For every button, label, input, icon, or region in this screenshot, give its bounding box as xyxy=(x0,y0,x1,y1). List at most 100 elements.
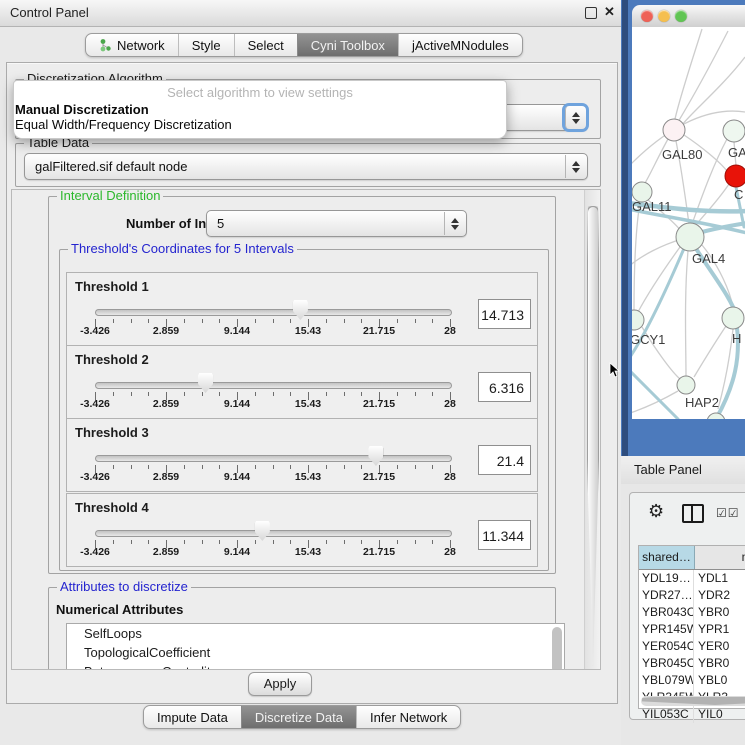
tick-mark xyxy=(131,540,132,544)
node-label-gal4: GAL4 xyxy=(692,251,725,266)
bottom-node[interactable] xyxy=(707,413,725,419)
minimize-traffic-light-icon[interactable] xyxy=(658,10,670,22)
HAP2-node[interactable] xyxy=(677,376,695,394)
H-node[interactable] xyxy=(722,307,744,329)
tab-discretize-data[interactable]: Discretize Data xyxy=(241,706,356,728)
apply-button[interactable]: Apply xyxy=(248,672,312,696)
tab-network[interactable]: Network xyxy=(86,34,178,56)
tick-label: 15.43 xyxy=(295,398,321,410)
red-node[interactable] xyxy=(725,165,745,187)
GAL80-node[interactable] xyxy=(663,119,685,141)
tick-mark xyxy=(273,319,274,323)
threshold-value-field[interactable]: 14.713 xyxy=(478,299,531,329)
tick-label: 28 xyxy=(444,398,456,410)
tick-mark xyxy=(219,319,220,323)
table-row[interactable]: YPR145WYPR1 xyxy=(639,621,745,638)
cell-shared-name: YPR145W xyxy=(639,621,694,638)
tab-infer-network[interactable]: Infer Network xyxy=(356,706,460,728)
zoom-traffic-light-icon[interactable] xyxy=(675,10,687,22)
table-panel-body: ⚙ ☑☑ shared… n YDL19…YDL1YDR27…YDR2YBR04… xyxy=(621,484,745,745)
table-hscrollbar-thumb[interactable] xyxy=(642,697,745,705)
cell-shared-name: YDL19… xyxy=(639,570,694,587)
down-arrow-icon xyxy=(572,168,580,173)
split-columns-icon[interactable] xyxy=(682,504,704,523)
tab-select[interactable]: Select xyxy=(234,34,297,56)
tick-label: 15.43 xyxy=(295,546,321,558)
tick-mark xyxy=(202,465,203,469)
threshold-value-field[interactable]: 11.344 xyxy=(478,520,531,550)
cell-shared-name: YIL053C xyxy=(639,706,694,723)
GAL4-node[interactable] xyxy=(676,223,704,251)
list-item-selfloops[interactable]: SelfLoops xyxy=(67,624,564,643)
combo-stepper-icon[interactable] xyxy=(565,155,586,178)
slider-track[interactable] xyxy=(95,382,452,389)
table-panel-titlebar: Table Panel xyxy=(621,456,745,485)
table-hscrollbar[interactable] xyxy=(641,696,745,706)
tick-mark xyxy=(326,319,327,323)
tab-label: jActiveMNodules xyxy=(412,38,509,53)
slider-thumb[interactable] xyxy=(255,521,270,541)
network-canvas[interactable]: GAL80GACGAL11GAL4GCY1HHAP2 xyxy=(632,27,745,419)
list-item-betweennesscentrality[interactable]: BetweennessCentrality xyxy=(67,662,564,670)
list-scrollbar-thumb[interactable] xyxy=(552,627,562,670)
list-item-topologicalcoefficient[interactable]: TopologicalCoefficient xyxy=(67,643,564,662)
threshold-value-field[interactable]: 6.316 xyxy=(478,372,531,402)
tab-style[interactable]: Style xyxy=(178,34,234,56)
settings-scrollbar[interactable] xyxy=(584,190,600,669)
tick-mark xyxy=(113,392,114,396)
tab-cyni-toolbox[interactable]: Cyni Toolbox xyxy=(297,34,398,56)
tick-mark xyxy=(219,392,220,396)
top-right-node[interactable] xyxy=(723,120,745,142)
slider-track[interactable] xyxy=(95,455,452,462)
close-icon[interactable]: ✕ xyxy=(604,4,615,20)
down-arrow-icon xyxy=(451,225,459,230)
numerical-attributes-list[interactable]: SelfLoopsTopologicalCoefficientBetweenne… xyxy=(66,623,565,670)
algorithm-dropdown-popup: Select algorithm to view settings Manual… xyxy=(13,80,507,139)
table-row[interactable]: YIL053CYIL0 xyxy=(639,706,745,723)
settings-scrollbar-thumb[interactable] xyxy=(587,206,599,666)
close-traffic-light-icon[interactable] xyxy=(641,10,653,22)
slider-thumb[interactable] xyxy=(368,446,383,466)
tick-mark xyxy=(290,465,291,469)
column-header-name[interactable]: n xyxy=(695,546,745,569)
threshold-label: Threshold 1 xyxy=(75,279,149,294)
num-intervals-combobox[interactable]: 5 xyxy=(206,210,467,237)
tab-impute-data[interactable]: Impute Data xyxy=(144,706,241,728)
tab-jactivemnodules[interactable]: jActiveMNodules xyxy=(398,34,522,56)
table-row[interactable]: YDR27…YDR2 xyxy=(639,587,745,604)
combo-stepper-icon[interactable] xyxy=(565,106,586,129)
column-header-shared-name[interactable]: shared… xyxy=(639,546,695,569)
float-window-icon[interactable] xyxy=(585,7,597,19)
table-row[interactable]: YBR045CYBR0 xyxy=(639,655,745,672)
tick-mark xyxy=(397,465,398,469)
tick-mark xyxy=(432,392,433,396)
cell-name: YDL1 xyxy=(694,570,745,587)
tick-mark xyxy=(184,392,185,396)
table-row[interactable]: YBL079WYBL0 xyxy=(639,672,745,689)
tick-mark xyxy=(344,465,345,469)
gear-icon[interactable]: ⚙ xyxy=(648,501,664,522)
table-data-combobox[interactable]: galFiltered.sif default node xyxy=(24,153,588,180)
cyni-toolbox-panel: Discretization Algorithm Table Data galF… xyxy=(6,62,618,704)
screen: Control Panel ✕ NetworkStyleSelectCyni T… xyxy=(0,0,745,745)
tick-mark xyxy=(432,319,433,323)
table-row[interactable]: YBR043CYBR0 xyxy=(639,604,745,621)
popup-hint: Select algorithm to view settings xyxy=(14,85,506,100)
thresholds-group: Threshold's Coordinates for 5 Intervals … xyxy=(59,249,549,571)
slider-track[interactable] xyxy=(95,309,452,316)
table-header-row: shared… n xyxy=(639,546,745,570)
combo-stepper-icon[interactable] xyxy=(444,212,465,235)
table-row[interactable]: YDL19…YDL1 xyxy=(639,570,745,587)
checkboxes-icon[interactable]: ☑☑ xyxy=(716,506,740,520)
tick-label: 21.715 xyxy=(363,325,395,337)
threshold-value-field[interactable]: 21.4 xyxy=(478,445,531,475)
popup-option-equal-width-frequency-discretization[interactable]: Equal Width/Frequency Discretization xyxy=(15,117,232,132)
node-label-h: H xyxy=(732,331,741,346)
tab-label: Infer Network xyxy=(370,710,447,725)
slider-thumb[interactable] xyxy=(198,373,213,393)
table-row[interactable]: YER054CYER0 xyxy=(639,638,745,655)
popup-option-manual-discretization[interactable]: Manual Discretization xyxy=(15,102,149,117)
slider-track[interactable] xyxy=(95,530,452,537)
tick-mark xyxy=(361,319,362,323)
slider-thumb[interactable] xyxy=(293,300,308,320)
